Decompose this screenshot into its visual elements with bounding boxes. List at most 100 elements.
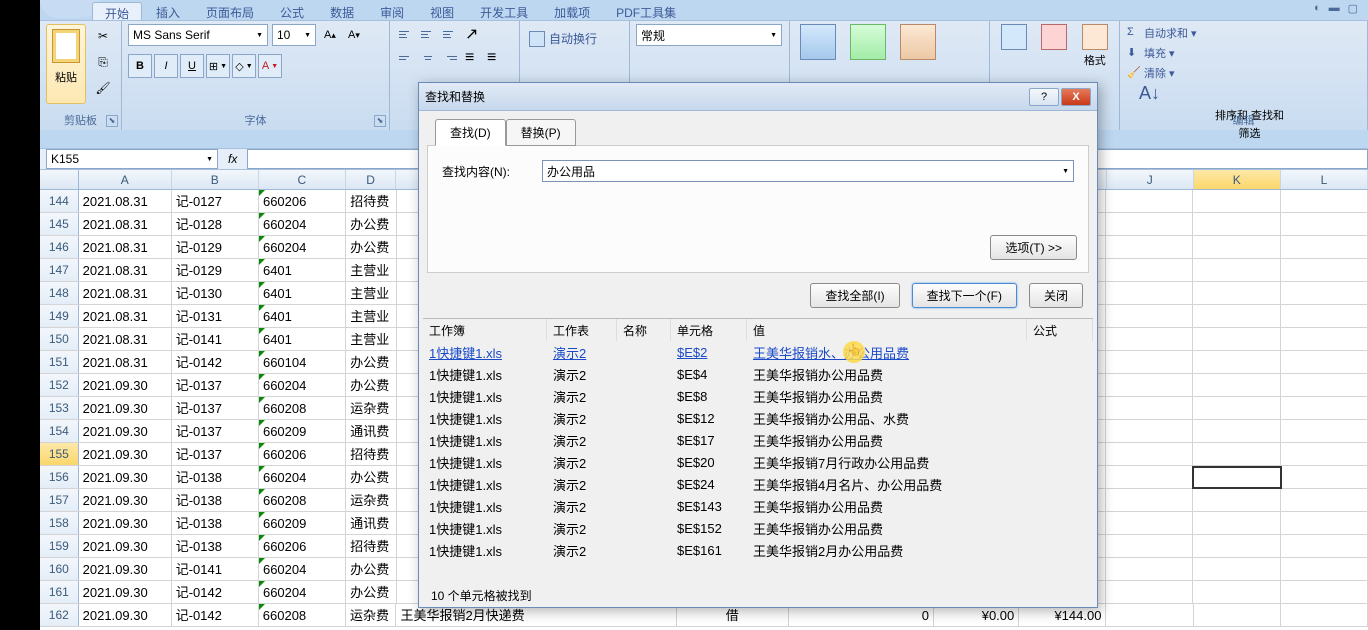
- cell[interactable]: 660206: [259, 443, 346, 465]
- cell[interactable]: 660208: [259, 397, 346, 419]
- cell[interactable]: 记-0138: [172, 489, 259, 511]
- cell[interactable]: [1193, 305, 1280, 327]
- search-result-row[interactable]: 1快捷键1.xls演示2$E$152王美华报销办公用品费: [423, 517, 1093, 539]
- row-header[interactable]: 150: [40, 328, 79, 350]
- help-icon[interactable]: ◐: [1314, 2, 1321, 15]
- cell[interactable]: 办公费: [346, 558, 397, 580]
- cell[interactable]: [1106, 236, 1193, 258]
- cell[interactable]: [1193, 397, 1280, 419]
- cell[interactable]: [1106, 351, 1193, 373]
- cell[interactable]: [1106, 443, 1193, 465]
- cell[interactable]: 记-0138: [172, 512, 259, 534]
- increase-font-button[interactable]: A▴: [320, 25, 340, 45]
- font-style-button-4[interactable]: ◇▼: [232, 54, 256, 78]
- cell[interactable]: 记-0130: [172, 282, 259, 304]
- cell[interactable]: 记-0138: [172, 466, 259, 488]
- cell[interactable]: [1106, 581, 1193, 603]
- cell[interactable]: 2021.09.30: [79, 397, 172, 419]
- cell[interactable]: 办公费: [346, 466, 397, 488]
- row-header[interactable]: 151: [40, 351, 79, 373]
- cell[interactable]: [1106, 259, 1193, 281]
- col-header-l[interactable]: L: [1281, 170, 1368, 189]
- cell[interactable]: [1106, 466, 1193, 488]
- cell[interactable]: [1281, 397, 1368, 419]
- cell[interactable]: 660204: [259, 374, 346, 396]
- cell[interactable]: [1281, 443, 1368, 465]
- increase-indent-button[interactable]: ≡: [484, 48, 504, 68]
- window-restore-icon[interactable]: ▢: [1348, 2, 1358, 15]
- cell[interactable]: 招待费: [346, 443, 397, 465]
- cell[interactable]: [1281, 259, 1368, 281]
- cell[interactable]: [1193, 213, 1280, 235]
- cell[interactable]: 2021.09.30: [79, 374, 172, 396]
- cell[interactable]: [1281, 236, 1368, 258]
- font-style-button-1[interactable]: I: [154, 54, 178, 78]
- font-dialog-launcher[interactable]: ⬊: [374, 115, 386, 127]
- dialog-titlebar[interactable]: 查找和替换 ? X: [419, 83, 1097, 111]
- cell[interactable]: 2021.09.30: [79, 489, 172, 511]
- cut-button[interactable]: ✂: [92, 25, 114, 47]
- cell[interactable]: 2021.09.30: [79, 443, 172, 465]
- cell[interactable]: [1106, 305, 1193, 327]
- row-header[interactable]: 160: [40, 558, 79, 580]
- cell[interactable]: 2021.08.31: [79, 236, 172, 258]
- cell[interactable]: 办公费: [346, 213, 397, 235]
- cell[interactable]: [1194, 604, 1281, 626]
- cell[interactable]: 2021.08.31: [79, 282, 172, 304]
- copy-button[interactable]: ⎘: [92, 51, 114, 73]
- minimize-ribbon-icon[interactable]: ▬: [1329, 2, 1340, 15]
- results-header-worksheet[interactable]: 工作表: [547, 319, 617, 341]
- tab-find[interactable]: 查找(D): [435, 119, 506, 146]
- cell[interactable]: 660206: [259, 190, 346, 212]
- cell[interactable]: 660204: [259, 236, 346, 258]
- cell[interactable]: [1281, 489, 1368, 511]
- cell[interactable]: 660209: [259, 512, 346, 534]
- cell[interactable]: 2021.09.30: [79, 420, 172, 442]
- cell[interactable]: 记-0141: [172, 328, 259, 350]
- cell[interactable]: [1281, 420, 1368, 442]
- col-header-c[interactable]: C: [259, 170, 346, 189]
- row-header[interactable]: 146: [40, 236, 79, 258]
- results-header-formula[interactable]: 公式: [1027, 319, 1093, 341]
- cell[interactable]: [1281, 282, 1368, 304]
- cell[interactable]: [1281, 190, 1368, 212]
- cell[interactable]: 2021.08.31: [79, 259, 172, 281]
- cell[interactable]: 主营业: [346, 305, 397, 327]
- row-header[interactable]: 147: [40, 259, 79, 281]
- cell[interactable]: 2021.09.30: [79, 604, 172, 626]
- cell[interactable]: 记-0142: [172, 581, 259, 603]
- cell[interactable]: [1106, 512, 1193, 534]
- cell[interactable]: [1281, 305, 1368, 327]
- cell[interactable]: 2021.08.31: [79, 328, 172, 350]
- col-header-j[interactable]: J: [1107, 170, 1194, 189]
- row-header[interactable]: 159: [40, 535, 79, 557]
- cell[interactable]: 办公费: [346, 236, 397, 258]
- cell[interactable]: 招待费: [346, 190, 397, 212]
- search-result-row[interactable]: 1快捷键1.xls演示2$E$12王美华报销办公用品、水费: [423, 407, 1093, 429]
- cell[interactable]: [1106, 420, 1193, 442]
- cell[interactable]: 办公费: [346, 581, 397, 603]
- cell[interactable]: [1193, 443, 1280, 465]
- cell[interactable]: 660104: [259, 351, 346, 373]
- cell[interactable]: 通讯费: [346, 512, 397, 534]
- cell[interactable]: 660204: [259, 581, 346, 603]
- cell[interactable]: 主营业: [346, 259, 397, 281]
- search-result-row[interactable]: 1快捷键1.xls演示2$E$24王美华报销4月名片、办公用品费: [423, 473, 1093, 495]
- cell[interactable]: [1281, 351, 1368, 373]
- cell[interactable]: 2021.09.30: [79, 535, 172, 557]
- cell[interactable]: [1281, 604, 1368, 626]
- clear-button[interactable]: 🧹清除 ▾: [1126, 64, 1361, 82]
- cell[interactable]: [1281, 213, 1368, 235]
- search-result-row[interactable]: 1快捷键1.xls演示2$E$8王美华报销办公用品费: [423, 385, 1093, 407]
- office-button[interactable]: [40, 0, 100, 18]
- font-name-combo[interactable]: MS Sans Serif▼: [128, 24, 268, 46]
- cell[interactable]: [1193, 236, 1280, 258]
- cell[interactable]: [1281, 466, 1368, 488]
- cell[interactable]: [1106, 190, 1193, 212]
- results-header-workbook[interactable]: 工作簿: [423, 319, 547, 341]
- cell[interactable]: 记-0137: [172, 443, 259, 465]
- cell[interactable]: 2021.08.31: [79, 305, 172, 327]
- cell[interactable]: 2021.09.30: [79, 512, 172, 534]
- row-header[interactable]: 162: [40, 604, 79, 626]
- cell[interactable]: [1106, 489, 1193, 511]
